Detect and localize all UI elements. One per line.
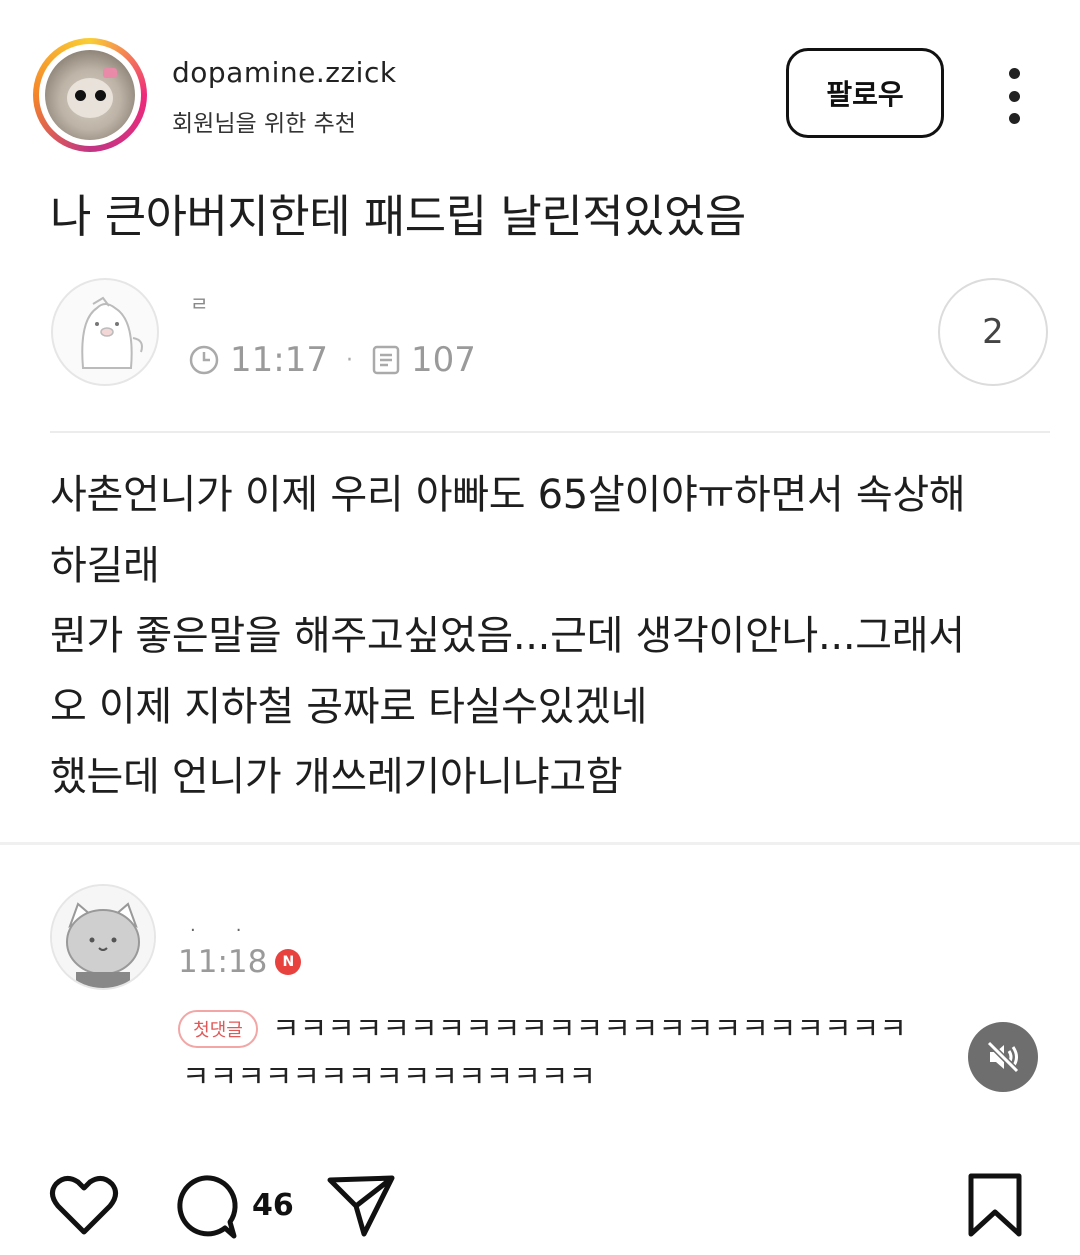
section-divider [0,842,1080,845]
speaker-muted-icon [986,1040,1020,1074]
bookmark-icon[interactable] [966,1172,1024,1238]
reply-count-button[interactable]: 2 [938,278,1048,386]
comment-text: ㅋㅋㅋㅋㅋㅋㅋㅋㅋㅋㅋㅋㅋㅋㅋㅋㅋㅋㅋㅋㅋㅋㅋ [272,1012,907,1047]
comment-icon[interactable] [170,1172,240,1242]
clock-icon [189,345,219,375]
views-icon [372,345,400,375]
first-comment-badge: 첫댓글 [178,1010,258,1048]
author-avatar[interactable] [51,278,159,386]
recommendation-label: 회원님을 위한 추천 [172,111,356,137]
hamster-photo [45,50,135,140]
view-count: 107 [410,340,476,380]
mute-button[interactable] [968,1022,1038,1092]
comment-count: 46 [252,1188,294,1223]
body-line: 했는데 언니가 개쓰레기아니냐고함 [50,754,623,800]
author-name[interactable]: ㄹ [190,288,208,317]
heart-icon[interactable] [48,1172,120,1238]
comment-time: 11:18 [178,944,268,980]
divider [50,431,1050,433]
username[interactable]: dopamine.zzick [172,56,397,89]
follow-button[interactable]: 팔로우 [786,48,944,138]
comment-meta: 11:18 N [178,944,302,980]
post-time: 11:17 [230,340,328,380]
new-badge: N [275,949,302,975]
profile-avatar[interactable] [33,38,147,152]
commenter-avatar[interactable] [50,884,156,990]
commenter-name[interactable]: ·· [190,920,281,941]
body-line: 뭔가 좋은말을 해주고싶었음...근데 생각이안나...그래서 [50,613,965,659]
body-line: 하길래 [50,542,160,589]
post-body: 사촌언니가 이제 우리 아빠도 65살이야ㅠ하면서 속상해 하길래 뭔가 좋은말… [50,460,1050,813]
post-meta: 11:17 · 107 [188,340,476,380]
comment-text-continued: ㅋㅋㅋㅋㅋㅋㅋㅋㅋㅋㅋㅋㅋㅋㅋ [182,1060,596,1095]
share-icon[interactable] [326,1172,396,1238]
more-vertical-icon[interactable] [1000,68,1028,124]
post-title: 나 큰아버지한테 패드립 날린적있었음 [50,190,746,243]
body-line: 오 이제 지하철 공짜로 타실수있겠네 [50,683,648,730]
body-line: 사촌언니가 이제 우리 아빠도 65살이야ㅠ하면서 속상해 [50,472,966,518]
